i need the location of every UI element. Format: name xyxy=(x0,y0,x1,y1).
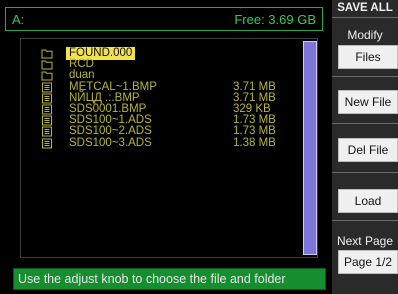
next-page-label: Next Page xyxy=(336,234,394,248)
page-button[interactable]: Page 1/2 xyxy=(338,250,398,274)
load-button[interactable]: Load xyxy=(338,189,398,213)
scrollbar[interactable] xyxy=(303,41,317,255)
drive-label: A: xyxy=(12,12,25,27)
file-list: FOUND.000 RCD duan METCAL~1.BMP 3.71 MB NЙЦД … xyxy=(21,39,301,257)
file-row[interactable]: SDS100~3.ADS 1.38 MB xyxy=(21,137,301,150)
hint-text: Use the adjust knob to choose the file a… xyxy=(18,272,286,286)
file-icon xyxy=(41,138,53,149)
menu-divider xyxy=(332,123,398,124)
file-size: 1.38 MB xyxy=(233,136,276,149)
menu-divider xyxy=(332,17,398,18)
menu-divider xyxy=(332,172,398,173)
modify-label: Modify xyxy=(347,28,383,42)
free-space: Free: 3.69 GB xyxy=(234,12,316,27)
softkey-menu: SAVE ALL Modify Files New File Del File … xyxy=(332,0,398,294)
hint-bar: Use the adjust knob to choose the file a… xyxy=(13,268,326,290)
oscilloscope-screen: A: Free: 3.69 GB FOUND.000 RCD duan METCAL~… xyxy=(0,0,398,294)
path-bar: A: Free: 3.69 GB xyxy=(5,7,323,31)
files-button[interactable]: Files xyxy=(338,45,398,69)
file-name: SDS100~3.ADS xyxy=(69,136,152,149)
menu-divider xyxy=(332,220,398,221)
file-list-panel: FOUND.000 RCD duan METCAL~1.BMP 3.71 MB NЙЦД … xyxy=(20,38,318,258)
del-file-button[interactable]: Del File xyxy=(338,138,398,162)
new-file-button[interactable]: New File xyxy=(338,90,398,114)
file-browser: A: Free: 3.69 GB FOUND.000 RCD duan METCAL~… xyxy=(0,0,332,294)
menu-title: SAVE ALL xyxy=(337,2,393,14)
menu-divider xyxy=(332,76,398,77)
